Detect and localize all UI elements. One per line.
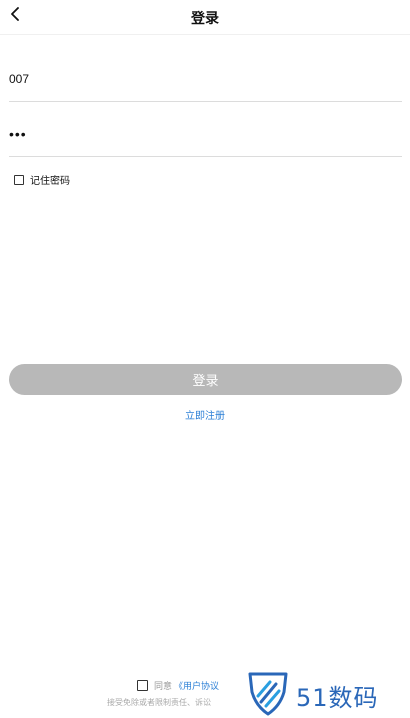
remember-password-option[interactable]: 记住密码 (14, 172, 70, 187)
login-screen: 登录 记住密码 登录 立即注册 同意 《用户协议 接受免除或者限制责任、诉讼 5… (0, 0, 410, 718)
watermark-text: 51数码 (296, 684, 379, 712)
password-field[interactable] (9, 112, 402, 157)
username-input[interactable] (9, 57, 402, 101)
user-agreement-link[interactable]: 《用户协议 (174, 679, 219, 692)
top-bar: 登录 (0, 0, 410, 35)
disclaimer-text: 接受免除或者限制责任、诉讼 (107, 698, 211, 707)
username-field[interactable] (9, 57, 402, 102)
watermark: 51数码 (246, 670, 379, 718)
page-title: 登录 (191, 10, 219, 26)
agreement-checkbox[interactable] (137, 680, 148, 691)
register-link[interactable]: 立即注册 (0, 407, 410, 422)
login-button[interactable]: 登录 (9, 364, 402, 395)
remember-password-label: 记住密码 (30, 176, 70, 187)
agree-prefix-text: 同意 (154, 681, 173, 691)
agreement-row: 同意 《用户协议 (137, 679, 219, 692)
remember-password-checkbox[interactable] (14, 174, 24, 185)
shield-logo-icon (246, 670, 290, 718)
password-input[interactable] (9, 112, 402, 156)
